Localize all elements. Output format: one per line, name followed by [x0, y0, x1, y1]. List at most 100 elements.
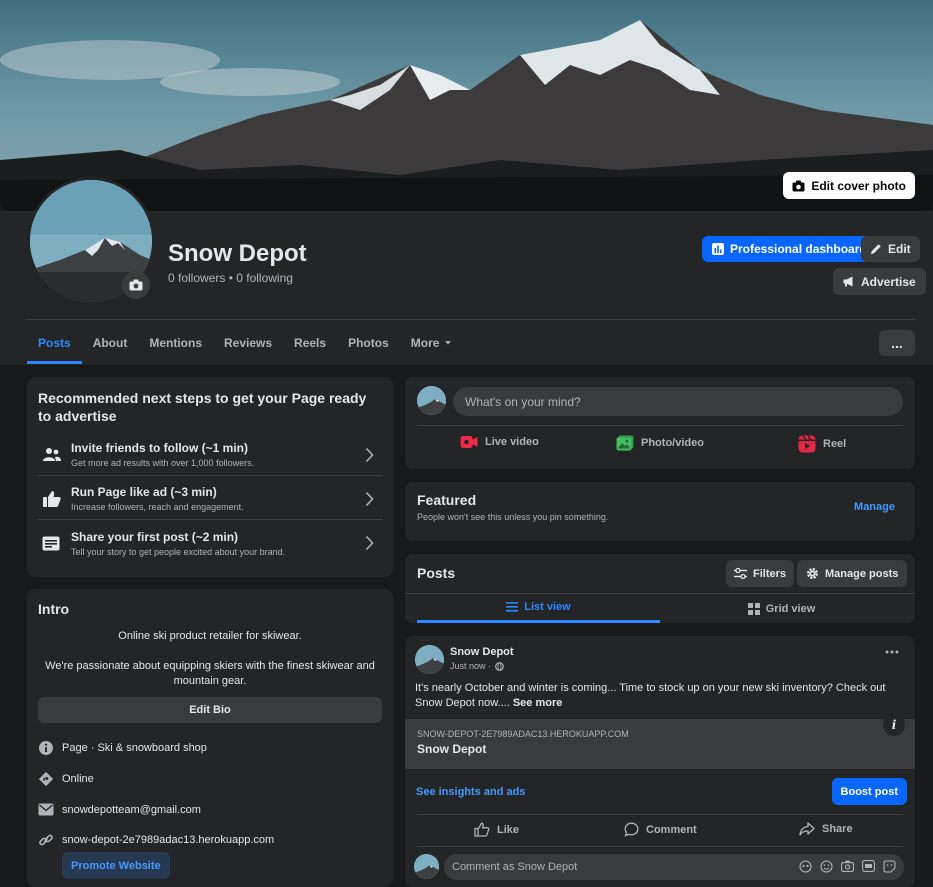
tab-posts[interactable]: Posts: [27, 326, 82, 364]
featured-title: Featured: [417, 492, 477, 508]
like-label: Like: [497, 823, 520, 836]
post-divider: [417, 846, 903, 847]
reel-button[interactable]: Reel: [798, 435, 846, 453]
camera-icon: [129, 279, 143, 291]
step-desc: Increase followers, reach and engagement…: [71, 502, 244, 512]
more-options-button[interactable]: ...: [879, 330, 915, 356]
step-share-post[interactable]: Share your first post (~2 min) Tell your …: [38, 522, 382, 564]
professional-dashboard-button[interactable]: Professional dashboard: [702, 236, 877, 262]
website-row: snow-depot-2e7989adac13.herokuapp.com: [38, 832, 274, 848]
see-more-link[interactable]: See more: [513, 697, 563, 709]
thumbs-up-icon: [474, 822, 490, 837]
post-author-name[interactable]: Snow Depot: [450, 646, 514, 658]
change-profile-picture-button[interactable]: [122, 271, 150, 299]
post-card: Snow Depot Just now · It's nearly Octobe…: [405, 636, 915, 887]
post-options-button[interactable]: [885, 650, 899, 654]
reel-label: Reel: [823, 438, 847, 450]
filters-button[interactable]: Filters: [726, 560, 795, 587]
online-text: Online: [62, 773, 94, 785]
list-view-label: List view: [524, 601, 571, 613]
comment-input[interactable]: Comment as Snow Depot: [444, 854, 904, 880]
emoji-icon[interactable]: [820, 860, 833, 873]
avatar-mountain-icon: [414, 854, 439, 879]
step-desc: Tell your story to get people excited ab…: [71, 546, 286, 557]
composer-avatar[interactable]: [417, 386, 446, 415]
promote-website-button[interactable]: Promote Website: [62, 852, 170, 879]
step-desc: Get more ad results with over 1,000 foll…: [71, 458, 255, 468]
gif-icon[interactable]: [862, 860, 875, 872]
list-view-tab[interactable]: List view: [417, 594, 660, 623]
like-button[interactable]: Like: [474, 822, 519, 837]
posts-section-title: Posts: [417, 565, 456, 581]
share-label: Share: [822, 823, 853, 835]
post-timestamp[interactable]: Just now ·: [450, 661, 504, 671]
globe-icon: [495, 661, 504, 671]
step-title: Invite friends to follow (~1 min): [71, 441, 249, 455]
comment-label: Comment: [646, 823, 697, 836]
share-icon: [799, 822, 815, 836]
share-button[interactable]: Share: [799, 822, 853, 836]
grid-view-tab[interactable]: Grid view: [660, 594, 903, 623]
page-type-row: Page · Ski & snowboard shop: [38, 740, 207, 756]
email-text[interactable]: snowdepotteam@gmail.com: [62, 804, 201, 816]
whats-on-your-mind-input[interactable]: What's on your mind?: [453, 387, 903, 416]
photo-icon: [616, 435, 634, 451]
edit-cover-photo-button[interactable]: Edit cover photo: [783, 172, 915, 199]
link-preview-url: SNOW-DEPOT-2E7989ADAC13.HEROKUAPP.COM: [417, 729, 629, 739]
tab-reels[interactable]: Reels: [283, 326, 337, 364]
grid-view-label: Grid view: [765, 602, 816, 615]
tab-more[interactable]: More: [400, 326, 464, 364]
see-insights-link[interactable]: See insights and ads: [416, 786, 525, 798]
chevron-right-icon: [365, 447, 374, 463]
step-invite-friends[interactable]: Invite friends to follow (~1 min) Get mor…: [38, 434, 382, 476]
tab-reviews[interactable]: Reviews: [213, 326, 283, 364]
directions-icon: [38, 771, 54, 787]
post-icon: [42, 536, 60, 550]
photo-video-label: Photo/video: [641, 437, 704, 449]
composer-divider: [417, 425, 903, 426]
edit-bio-button[interactable]: Edit Bio: [38, 697, 382, 723]
megaphone-icon: [843, 276, 853, 287]
info-button[interactable]: i: [883, 714, 905, 736]
featured-card: Featured People won't see this unless yo…: [405, 482, 915, 541]
step-page-like-ad[interactable]: Run Page like ad (~3 min) Increase follow…: [38, 478, 382, 520]
commenter-avatar[interactable]: [414, 854, 439, 879]
post-author-avatar[interactable]: [415, 645, 444, 674]
live-video-label: Live video: [485, 436, 539, 448]
edit-page-button[interactable]: Edit: [861, 236, 920, 262]
website-text[interactable]: snow-depot-2e7989adac13.herokuapp.com: [62, 834, 274, 846]
link-preview[interactable]: SNOW-DEPOT-2E7989ADAC13.HEROKUAPP.COM Sn…: [405, 719, 915, 769]
intro-card: Intro Online ski product retailer for sk…: [27, 589, 393, 887]
steps-title: Recommended next steps to get your Page …: [38, 390, 367, 424]
tab-photos[interactable]: Photos: [337, 326, 400, 364]
edit-label: Edit: [888, 242, 911, 256]
posts-header-card: Posts Filters Manage posts List view Gri…: [405, 554, 915, 623]
intro-title: Intro: [38, 601, 70, 617]
comment-button[interactable]: Comment: [624, 822, 697, 837]
filters-label: Filters: [753, 567, 787, 580]
avatar-sticker-icon[interactable]: [799, 860, 812, 873]
sticker-icon[interactable]: [883, 860, 896, 873]
link-preview-title: Snow Depot: [417, 742, 487, 756]
avatar-mountain-icon: [415, 645, 444, 674]
info-circle-icon: [39, 741, 53, 755]
recommended-steps-card: Recommended next steps to get your Page …: [27, 377, 393, 577]
tab-about[interactable]: About: [82, 326, 139, 364]
step-title: Run Page like ad (~3 min): [71, 485, 217, 499]
tab-mentions[interactable]: Mentions: [138, 326, 213, 364]
caret-down-icon: [445, 341, 452, 345]
boost-post-button[interactable]: Boost post: [831, 778, 907, 805]
photo-video-button[interactable]: Photo/video: [616, 435, 704, 451]
live-video-button[interactable]: Live video: [460, 435, 539, 449]
advertise-button[interactable]: Advertise: [833, 268, 926, 295]
post-body-text: It's nearly October and winter is coming…: [415, 682, 886, 709]
page-title: Snow Depot: [168, 240, 307, 267]
reel-icon: [798, 435, 816, 453]
page-tabs: Posts About Mentions Reviews Reels Photo…: [27, 326, 463, 364]
manage-featured-link[interactable]: Manage: [854, 501, 895, 513]
step-title: Share your first post (~2 min): [71, 529, 239, 544]
manage-posts-button[interactable]: Manage posts: [797, 560, 908, 587]
camera-icon[interactable]: [841, 860, 854, 872]
list-icon: [506, 602, 519, 612]
comment-placeholder: Comment as Snow Depot: [452, 861, 578, 873]
